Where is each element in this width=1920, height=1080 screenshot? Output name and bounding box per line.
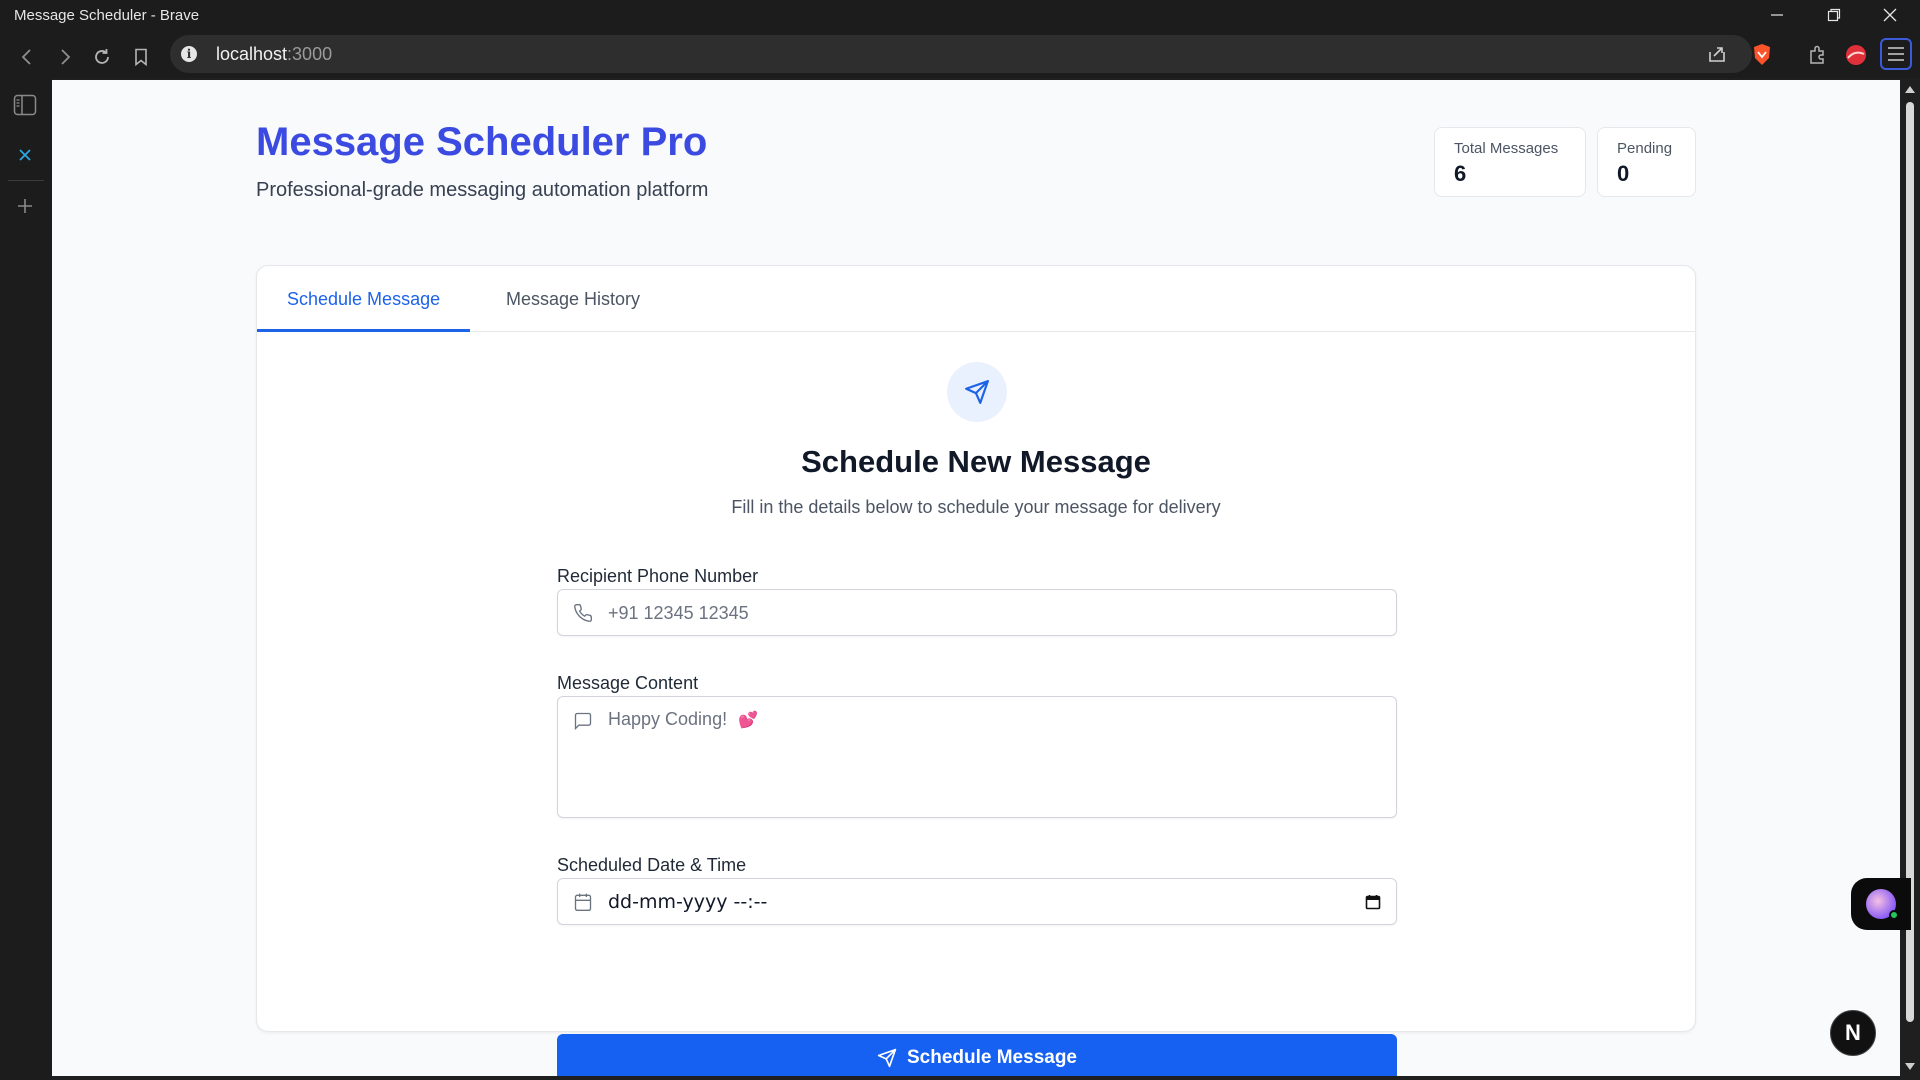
message-textarea[interactable] (608, 709, 1368, 805)
page-viewport: Message Scheduler Pro Professional-grade… (52, 80, 1900, 1076)
back-button[interactable] (12, 42, 42, 72)
close-icon (1883, 8, 1897, 22)
close-window-button[interactable] (1862, 0, 1918, 30)
sidebar-panel-icon (13, 94, 37, 116)
browser-menu-button[interactable] (1880, 38, 1912, 70)
stat-total-messages: Total Messages 6 (1434, 127, 1586, 197)
restore-button[interactable] (1806, 0, 1862, 30)
minimize-icon (1771, 14, 1783, 16)
profile-avatar-icon (1846, 45, 1866, 65)
sidebar-add-button[interactable] (10, 191, 40, 221)
puzzle-icon (1810, 45, 1824, 64)
form-description: Fill in the details below to schedule yo… (731, 497, 1221, 517)
scroll-up-arrow-icon[interactable] (1905, 86, 1915, 93)
datetime-label: Scheduled Date & Time (557, 855, 747, 875)
browser-sidebar (0, 78, 52, 1080)
scroll-down-arrow-icon[interactable] (1905, 1063, 1915, 1070)
forward-button[interactable] (50, 42, 80, 72)
send-hero-badge (947, 362, 1007, 422)
phone-input[interactable] (608, 602, 1368, 624)
message-label: Message Content (557, 673, 699, 693)
datetime-field[interactable]: dd-mm-yyyy --:-- (557, 878, 1397, 925)
address-bar[interactable]: i localhost:3000 (170, 35, 1752, 73)
calendar-icon (572, 891, 594, 913)
form-heading: Schedule New Message (801, 444, 1151, 479)
share-icon (1709, 47, 1725, 62)
datetime-input[interactable]: dd-mm-yyyy --:-- (608, 891, 767, 913)
stat-label: Pending (1617, 140, 1673, 157)
site-info-icon[interactable]: i (181, 46, 197, 62)
sidebar-toggle-button[interactable] (10, 90, 40, 120)
schedule-message-button[interactable]: Schedule Message (557, 1034, 1397, 1076)
reload-icon (95, 49, 109, 64)
sidebar-close-button[interactable] (10, 140, 40, 170)
url-port: :3000 (287, 44, 333, 64)
back-arrow-icon (21, 49, 31, 65)
calendar-picker-icon[interactable] (1362, 891, 1384, 913)
plus-icon (18, 199, 32, 213)
minimize-button[interactable] (1749, 0, 1805, 30)
hamburger-menu-icon (1888, 47, 1904, 61)
tab-bar: Schedule Message Message History (257, 266, 1695, 332)
stat-value: 6 (1454, 161, 1467, 186)
close-x-icon (19, 149, 31, 161)
sparkling-heart-emoji: 💕 (738, 712, 758, 729)
phone-label: Recipient Phone Number (557, 566, 759, 586)
profile-button[interactable] (1843, 42, 1869, 68)
window-titlebar: Message Scheduler - Brave (0, 0, 1920, 34)
restore-icon (1827, 8, 1841, 22)
scheduler-card: Schedule Message Message History Schedul… (256, 265, 1696, 1076)
phone-field[interactable] (557, 589, 1397, 636)
brave-lion-icon (1754, 44, 1770, 65)
url-host: localhost (216, 44, 288, 64)
share-button[interactable] (1705, 43, 1729, 65)
tab-schedule-message[interactable]: Schedule Message (257, 266, 471, 332)
stat-label: Total Messages (1454, 140, 1559, 157)
forward-arrow-icon (61, 49, 71, 65)
send-icon (877, 1048, 897, 1067)
window-title: Message Scheduler - Brave (14, 7, 200, 24)
stat-value: 0 (1617, 161, 1630, 186)
reload-button[interactable] (87, 42, 117, 72)
online-status-dot (1889, 910, 1899, 920)
nextjs-dev-badge[interactable]: N (1830, 1010, 1876, 1056)
message-square-icon (572, 710, 594, 732)
bookmark-icon (135, 48, 147, 66)
tab-message-history[interactable]: Message History (476, 266, 670, 332)
extensions-button[interactable] (1805, 42, 1831, 68)
floating-assistant-button[interactable] (1851, 878, 1911, 930)
schedule-message-label: Schedule Message (906, 1046, 1078, 1068)
brave-shields-button[interactable] (1749, 42, 1775, 68)
stat-pending: Pending 0 (1597, 127, 1696, 197)
send-icon (965, 380, 989, 404)
app-title: Message Scheduler Pro (256, 120, 708, 164)
sidebar-divider (8, 180, 44, 181)
message-field[interactable]: 💕 (557, 696, 1397, 818)
url-text[interactable]: localhost:3000 (216, 44, 332, 65)
app-subtitle: Professional-grade messaging automation … (256, 179, 709, 201)
bookmark-button[interactable] (126, 42, 156, 72)
phone-icon (572, 602, 594, 624)
